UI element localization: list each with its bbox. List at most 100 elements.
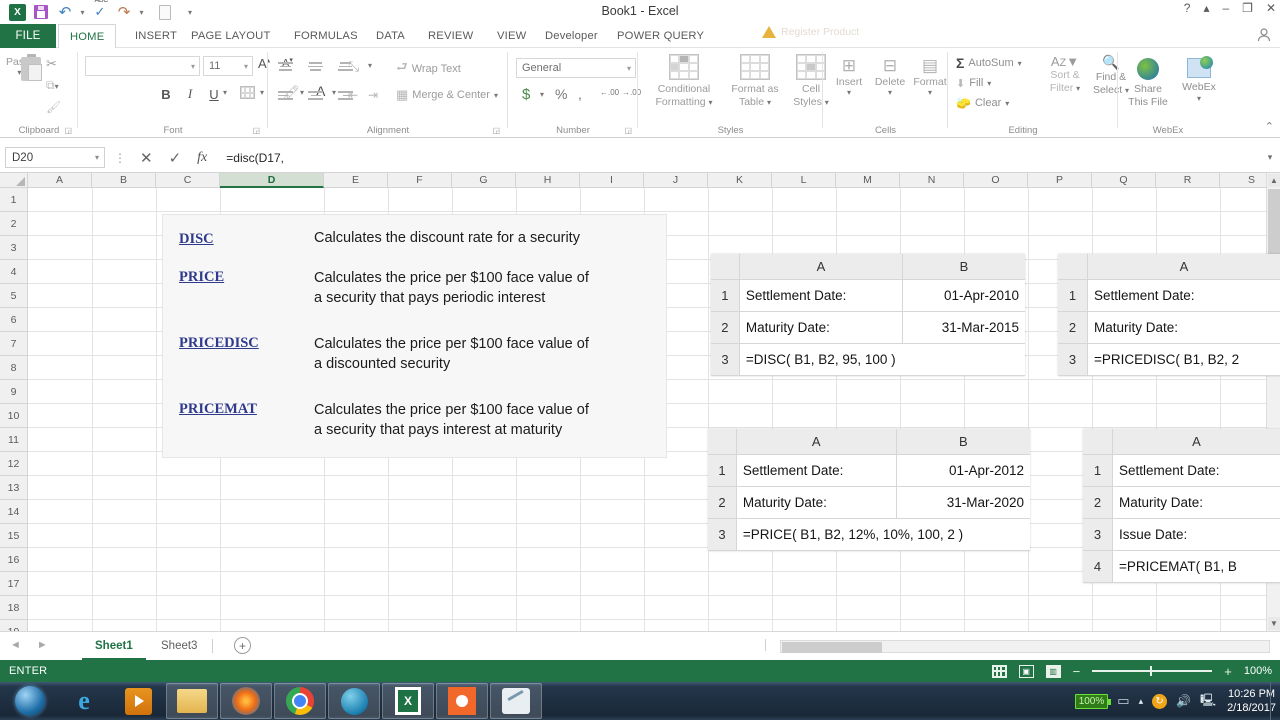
row-header-18[interactable]: 18 [0, 596, 28, 620]
percent-format-button[interactable]: % [555, 86, 567, 102]
column-header-O[interactable]: O [964, 173, 1028, 188]
tab-power-query[interactable]: POWER QUERY [606, 24, 715, 48]
number-format-select[interactable]: General [516, 58, 636, 78]
insert-caret-icon[interactable]: ▾ [831, 88, 867, 97]
merge-center-button[interactable]: ▦ Merge & Center ▾ [396, 87, 498, 103]
borders-button[interactable] [240, 86, 255, 99]
taskbar-file-explorer[interactable] [166, 683, 218, 719]
underline-button[interactable]: U [204, 84, 224, 104]
function-name-price[interactable]: PRICE [179, 269, 314, 308]
column-header-A[interactable]: A [28, 173, 92, 188]
taskbar-snipping-tool[interactable] [490, 683, 542, 719]
column-header-R[interactable]: R [1156, 173, 1220, 188]
font-size-input[interactable]: 11 [203, 56, 253, 76]
row-header-11[interactable]: 11 [0, 428, 28, 452]
row-header-3[interactable]: 3 [0, 236, 28, 260]
align-top-icon[interactable] [276, 57, 295, 76]
vertical-scroll-thumb[interactable] [1268, 189, 1280, 259]
wrap-text-button[interactable]: ⮐ Wrap Text [396, 58, 461, 80]
zoom-out-button[interactable]: − [1073, 664, 1081, 679]
row-header-13[interactable]: 13 [0, 476, 28, 500]
underline-caret-icon[interactable]: ▾ [223, 88, 227, 97]
font-dialog-launcher[interactable]: ◲ [252, 126, 260, 135]
row-header-1[interactable]: 1 [0, 188, 28, 212]
taskbar-clock[interactable]: 10:26 PM 2/18/2017 [1227, 687, 1276, 716]
clear-button[interactable]: 🧽 Clear ▾ [956, 94, 1009, 112]
show-desktop-button[interactable] [1270, 682, 1276, 720]
webex-button[interactable]: WebEx ▾ [1176, 56, 1222, 104]
merge-caret-icon[interactable]: ▾ [494, 91, 498, 100]
taskbar-cisco-webex[interactable] [328, 683, 380, 719]
format-as-table-button[interactable]: Format as Table ▾ [726, 54, 784, 108]
register-product-notice[interactable]: Register Product [762, 26, 859, 38]
row-header-2[interactable]: 2 [0, 212, 28, 236]
insert-function-icon[interactable]: fx [197, 150, 207, 166]
zoom-in-button[interactable]: + [1224, 664, 1232, 679]
fill-caret-icon[interactable]: ▾ [987, 79, 991, 88]
format-caret-icon[interactable]: ▾ [911, 88, 949, 97]
horizontal-scroll-thumb[interactable] [782, 642, 882, 653]
row-header-8[interactable]: 8 [0, 356, 28, 380]
column-header-D[interactable]: D [220, 173, 324, 188]
zoom-level-label[interactable]: 100% [1244, 665, 1272, 677]
tab-home[interactable]: HOME [58, 24, 117, 49]
row-header-10[interactable]: 10 [0, 404, 28, 428]
zoom-slider[interactable] [1092, 666, 1213, 676]
font-name-input[interactable] [85, 56, 200, 76]
number-dialog-launcher[interactable]: ◲ [624, 126, 632, 135]
row-header-16[interactable]: 16 [0, 548, 28, 572]
row-header-14[interactable]: 14 [0, 500, 28, 524]
horizontal-scrollbar[interactable] [780, 640, 1270, 653]
name-box[interactable]: D20 [5, 147, 105, 168]
column-header-N[interactable]: N [900, 173, 964, 188]
borders-caret-icon[interactable]: ▾ [260, 88, 264, 97]
enter-formula-icon[interactable]: ✓ [169, 149, 182, 167]
italic-button[interactable]: I [180, 84, 200, 104]
column-header-H[interactable]: H [516, 173, 580, 188]
formula-input[interactable]: =disc(D17, [221, 147, 1260, 168]
row-header-9[interactable]: 9 [0, 380, 28, 404]
scroll-down-icon[interactable]: ▼ [1268, 617, 1280, 630]
delete-caret-icon[interactable]: ▾ [871, 88, 909, 97]
column-header-J[interactable]: J [644, 173, 708, 188]
cancel-formula-icon[interactable]: ✕ [140, 149, 153, 167]
column-header-G[interactable]: G [452, 173, 516, 188]
align-center-icon[interactable] [306, 86, 325, 105]
column-header-K[interactable]: K [708, 173, 772, 188]
orientation-caret-icon[interactable]: ▾ [368, 61, 372, 70]
row-header-17[interactable]: 17 [0, 572, 28, 596]
column-header-C[interactable]: C [156, 173, 220, 188]
insert-cells-button[interactable]: ⊞ Insert ▾ [831, 56, 867, 97]
sheet-tab-sheet1[interactable]: Sheet1 [82, 632, 146, 660]
comma-format-button[interactable]: , [578, 86, 582, 102]
autosum-button[interactable]: Σ AutoSum ▾ [956, 54, 1022, 72]
row-header-19[interactable]: 19 [0, 620, 28, 631]
tab-review[interactable]: REVIEW [417, 24, 484, 48]
update-icon[interactable]: ↻ [1152, 693, 1168, 709]
column-header-I[interactable]: I [580, 173, 644, 188]
row-header-4[interactable]: 4 [0, 260, 28, 284]
page-layout-view-icon[interactable]: ▣ [1018, 664, 1034, 678]
page-break-view-icon[interactable]: ▥ [1045, 664, 1061, 678]
scroll-up-icon[interactable]: ▲ [1268, 174, 1280, 187]
column-header-Q[interactable]: Q [1092, 173, 1156, 188]
align-left-icon[interactable] [276, 86, 295, 105]
webex-caret-icon[interactable]: ▾ [1176, 94, 1222, 104]
minimize-button[interactable]: – [1222, 1, 1229, 15]
delete-cells-button[interactable]: ⊟ Delete ▾ [871, 56, 909, 97]
sort-filter-button[interactable]: AZ▼ Sort & Filter ▾ [1044, 54, 1086, 94]
share-this-file-button[interactable]: Share This File [1126, 58, 1170, 109]
tab-formulas[interactable]: FORMULAS [283, 24, 369, 48]
select-all-corner[interactable] [0, 173, 28, 188]
restore-button[interactable]: ❐ [1242, 1, 1253, 15]
column-header-M[interactable]: M [836, 173, 900, 188]
taskbar-windows-media-player[interactable] [112, 683, 164, 719]
paste-button[interactable]: Paste ▾ [6, 54, 43, 81]
sheet-tab-sheet3[interactable]: Sheet3 [148, 632, 210, 660]
volume-icon[interactable]: 🔊 [1176, 694, 1191, 708]
tab-data[interactable]: DATA [365, 24, 416, 48]
row-header-5[interactable]: 5 [0, 284, 28, 308]
orientation-icon[interactable]: ⤡ [348, 58, 359, 75]
increase-decimal-button[interactable]: ←.00 [600, 88, 619, 97]
help-button[interactable]: ? [1184, 1, 1191, 15]
